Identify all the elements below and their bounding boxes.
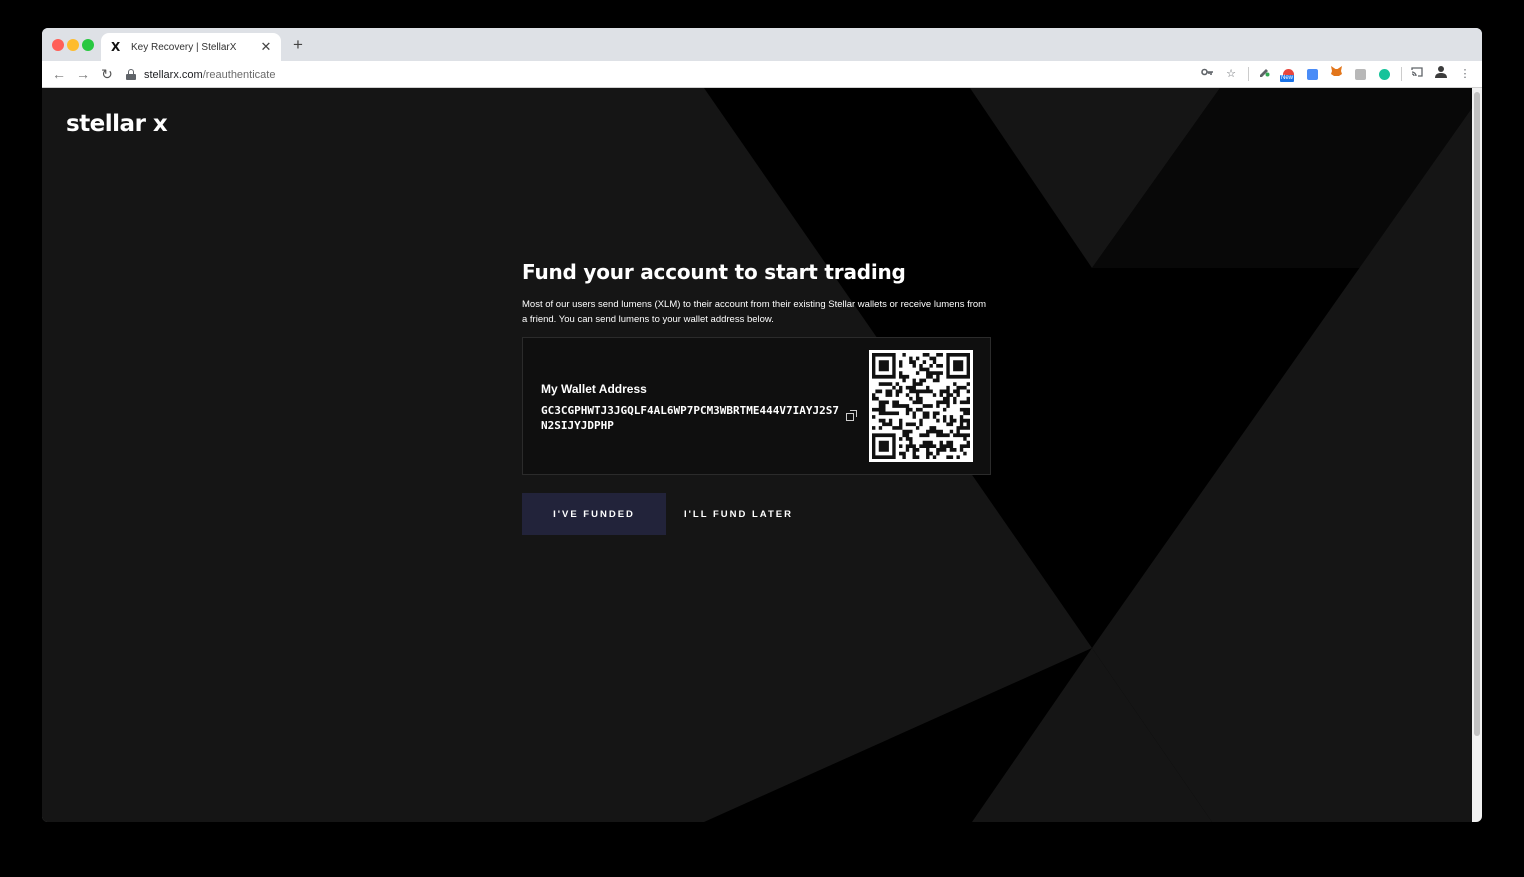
wallet-qr-code bbox=[869, 350, 973, 462]
eyedropper-extension-icon[interactable] bbox=[1255, 65, 1273, 83]
k-extension-icon[interactable] bbox=[1351, 65, 1369, 83]
wallet-address-value[interactable]: GC3CGPHWTJ3JGQLF4AL6WP7PCM3WBRTME444V7IA… bbox=[541, 403, 841, 433]
wallet-address-card: My Wallet Address GC3CGPHWTJ3JGQLF4AL6WP… bbox=[522, 337, 991, 475]
fund-actions: I'VE FUNDED I'LL FUND LATER bbox=[522, 493, 992, 535]
browser-window: X Key Recovery | StellarX ✕ + ← → ↻ stel… bbox=[42, 28, 1482, 822]
more-menu-icon[interactable]: ⋮ bbox=[1456, 65, 1474, 83]
reload-icon[interactable]: ↻ bbox=[98, 65, 116, 83]
fund-account-panel: Fund your account to start trading Most … bbox=[522, 258, 992, 535]
translate-extension-icon[interactable] bbox=[1303, 65, 1321, 83]
minimize-window-button[interactable] bbox=[67, 39, 79, 51]
close-tab-icon[interactable]: ✕ bbox=[259, 40, 273, 54]
lock-icon[interactable] bbox=[126, 69, 136, 80]
star-icon[interactable]: ☆ bbox=[1222, 65, 1240, 83]
tab-strip: X Key Recovery | StellarX ✕ + bbox=[42, 28, 1482, 61]
fund-later-button[interactable]: I'LL FUND LATER bbox=[684, 509, 793, 520]
stellarx-logo[interactable]: stellar x bbox=[66, 110, 168, 138]
key-icon[interactable] bbox=[1198, 65, 1216, 83]
toolbar-icons: ☆ New ⋮ bbox=[1192, 65, 1474, 83]
tab-title: Key Recovery | StellarX bbox=[131, 41, 237, 53]
new-tab-button[interactable]: + bbox=[290, 36, 306, 53]
back-arrow-icon[interactable]: ← bbox=[50, 65, 68, 83]
toolbar-divider bbox=[1248, 67, 1249, 81]
new-badge: New bbox=[1280, 75, 1295, 82]
scrollbar-thumb[interactable] bbox=[1474, 92, 1480, 736]
page-title: Fund your account to start trading bbox=[522, 260, 906, 284]
forward-arrow-icon[interactable]: → bbox=[74, 65, 92, 83]
cast-icon[interactable] bbox=[1408, 65, 1426, 83]
ive-funded-button[interactable]: I'VE FUNDED bbox=[522, 493, 666, 535]
wallet-address-label: My Wallet Address bbox=[541, 382, 647, 396]
copy-icon[interactable] bbox=[846, 410, 858, 422]
maximize-window-button[interactable] bbox=[82, 39, 94, 51]
metamask-fox-icon[interactable] bbox=[1327, 65, 1345, 83]
url-path: /reauthenticate bbox=[202, 68, 276, 81]
new-extension-icon[interactable]: New bbox=[1279, 65, 1297, 83]
address-bar[interactable]: stellarx.com/reauthenticate bbox=[126, 65, 1246, 84]
intro-text: Most of our users send lumens (XLM) to t… bbox=[522, 299, 987, 325]
browser-toolbar: ← → ↻ stellarx.com/reauthenticate ☆ New bbox=[42, 61, 1482, 88]
url-host: stellarx.com bbox=[144, 68, 203, 81]
profile-icon[interactable] bbox=[1432, 65, 1450, 83]
stellarx-favicon-icon: X bbox=[111, 40, 121, 54]
page-scrollbar[interactable] bbox=[1472, 88, 1482, 822]
tab-key-recovery[interactable]: X Key Recovery | StellarX ✕ bbox=[101, 33, 281, 61]
toolbar-divider-2 bbox=[1401, 67, 1402, 81]
close-window-button[interactable] bbox=[52, 39, 64, 51]
page-viewport: stellar x Fund your account to start tra… bbox=[42, 88, 1482, 822]
grammarly-icon[interactable] bbox=[1375, 65, 1393, 83]
